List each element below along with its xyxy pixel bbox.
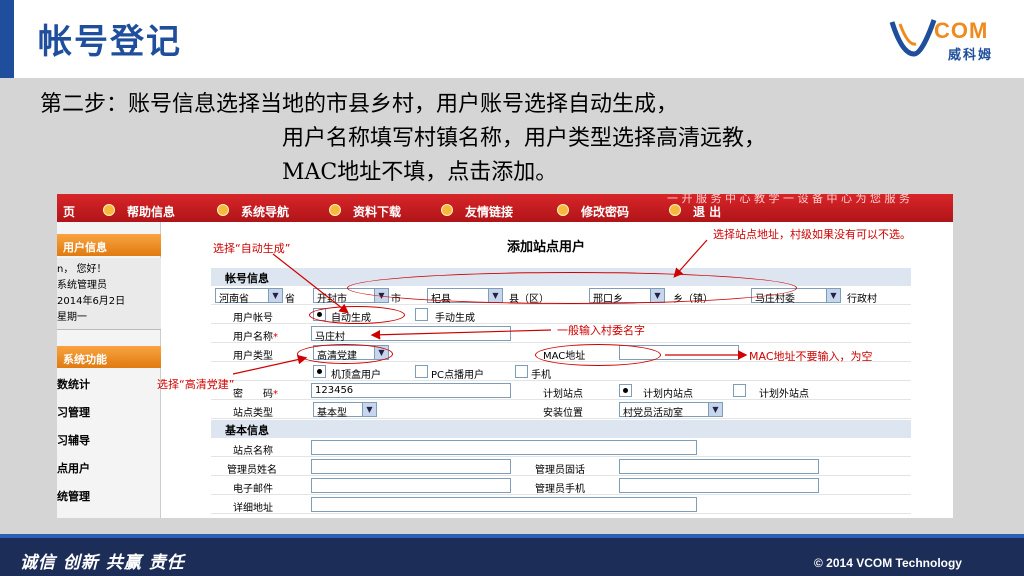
embedded-app-screenshot: 一 开 服 务 中 心 教 学 一 设 备 中 心 为 您 服 务 页 帮助信息… bbox=[57, 194, 953, 518]
step-line-2: 用户名称填写村镇名称，用户类型选择高清远教， bbox=[282, 126, 767, 151]
vcom-logo: COM 威科姆 bbox=[888, 12, 1008, 66]
title-accent-bar bbox=[0, 0, 14, 78]
logo-brand: COM bbox=[934, 18, 989, 43]
annotation-arrows bbox=[232, 239, 748, 375]
slide-header: 帐号登记 COM 威科姆 bbox=[0, 0, 1024, 78]
footer-copyright: © 2014 VCOM Technology bbox=[814, 556, 962, 570]
arrow-auto bbox=[272, 253, 349, 314]
footer-slogan: 诚信 创新 共赢 责任 bbox=[20, 553, 185, 573]
slide-title: 帐号登记 bbox=[38, 22, 182, 62]
arrow-name bbox=[370, 329, 552, 340]
step-line-3: MAC地址不填，点击添加。 bbox=[282, 160, 558, 185]
logo-swoosh-icon bbox=[889, 19, 937, 57]
step-line-1: 第二步：账号信息选择当地的市县乡村，用户账号选择自动生成， bbox=[40, 92, 679, 117]
arrow-station bbox=[673, 239, 708, 278]
logo-chinese: 威科姆 bbox=[948, 48, 994, 63]
slide-footer: 诚信 创新 共赢 责任 © 2014 VCOM Technology bbox=[0, 534, 1024, 576]
arrow-hd bbox=[232, 354, 308, 375]
